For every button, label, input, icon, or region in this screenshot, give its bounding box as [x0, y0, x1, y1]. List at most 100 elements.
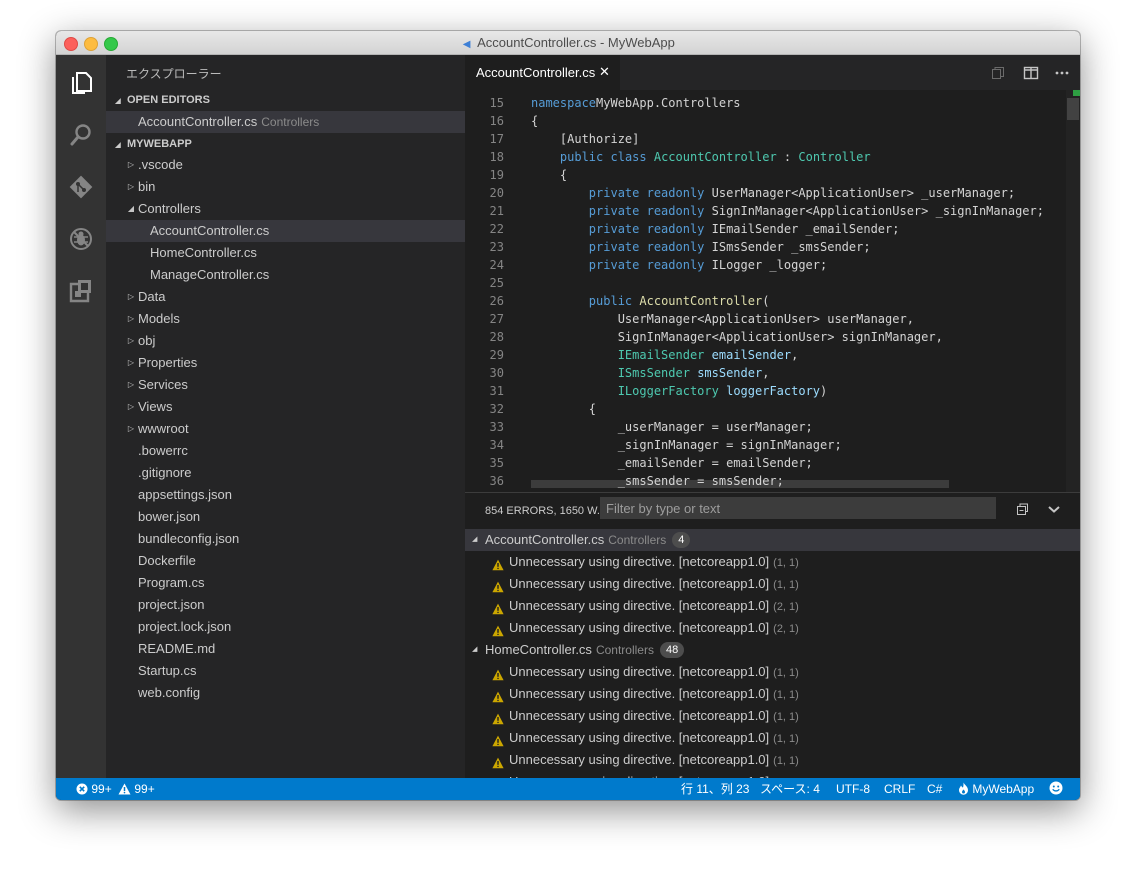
code-text: [Authorize]	[559, 132, 640, 146]
tree-file[interactable]: bower.json	[106, 506, 465, 528]
tab-accountcontroller[interactable]: AccountController.cs ✕	[465, 55, 620, 90]
code-text: {	[531, 114, 539, 128]
tree-file[interactable]: Startup.cs	[106, 660, 465, 682]
problems-filter-input[interactable]	[600, 497, 992, 519]
tree-item-label: HomeController.cs	[150, 245, 257, 260]
status-errors[interactable]: 99+	[76, 778, 112, 800]
problem-item[interactable]: Unnecessary using directive. [netcoreapp…	[465, 617, 1080, 639]
problem-text: Unnecessary using directive. [netcoreapp…	[509, 551, 799, 574]
status-bar: 99+ 99+ 行 11、列 23 スペース: 4 UTF-8 CRLF C# …	[56, 778, 1080, 800]
problem-item[interactable]: Unnecessary using directive. [netcoreapp…	[465, 661, 1080, 683]
status-eol[interactable]: CRLF	[884, 778, 915, 800]
sidebar-title: エクスプローラー	[126, 67, 222, 81]
line-number: 32	[489, 402, 504, 416]
problem-file-group[interactable]: ◢ AccountController.cs Controllers 4	[465, 529, 1080, 551]
smiley-icon[interactable]	[1049, 778, 1063, 800]
open-editor-item[interactable]: AccountController.cs Controllers	[106, 111, 465, 133]
code-text: private readonly ISmsSender _smsSender;	[588, 240, 871, 254]
tree-item-label: .gitignore	[138, 465, 192, 480]
status-language[interactable]: C#	[927, 778, 942, 800]
problem-text: Unnecessary using directive. [netcoreapp…	[509, 749, 799, 772]
tree-item-label: bower.json	[138, 509, 201, 524]
tree-folder[interactable]: ▷ bin	[106, 176, 465, 198]
status-indentation[interactable]: スペース: 4	[760, 778, 820, 800]
chevron-right-icon: ▷	[127, 160, 135, 169]
status-warnings[interactable]: 99+	[118, 778, 155, 800]
problem-item[interactable]: Unnecessary using directive. [netcoreapp…	[465, 573, 1080, 595]
status-encoding[interactable]: UTF-8	[836, 778, 870, 800]
project-header[interactable]: ◢ MYWEBAPP	[106, 133, 465, 155]
code-line: 19 {	[465, 166, 1080, 184]
tree-item-label: project.lock.json	[138, 619, 232, 634]
problem-item[interactable]: Unnecessary using directive. [netcoreapp…	[465, 749, 1080, 771]
problem-item[interactable]: Unnecessary using directive. [netcoreapp…	[465, 551, 1080, 573]
line-number: 31	[489, 384, 504, 398]
problem-message: Unnecessary using directive. [netcoreapp…	[509, 620, 770, 635]
code-text: IEmailSender emailSender,	[617, 348, 799, 362]
problem-item[interactable]: Unnecessary using directive. [netcoreapp…	[465, 683, 1080, 705]
line-number: 20	[489, 186, 504, 200]
tree-file[interactable]: ManageController.cs	[106, 264, 465, 286]
explorer-sidebar: エクスプローラー ◢ OPEN EDITORS AccountController…	[106, 55, 465, 778]
status-project[interactable]: MyWebApp	[958, 778, 1034, 800]
status-cursor-position[interactable]: 行 11、列 23	[681, 778, 749, 800]
problem-count-badge: 48	[659, 642, 685, 658]
tree-file[interactable]: web.config	[106, 682, 465, 704]
tree-folder[interactable]: ▷ wwwroot	[106, 418, 465, 440]
tree-folder[interactable]: ▷ Services	[106, 374, 465, 396]
tree-item-label: bundleconfig.json	[138, 531, 240, 546]
code-line: 16 {	[465, 112, 1080, 130]
problem-item[interactable]: Unnecessary using directive. [netcoreapp…	[465, 705, 1080, 727]
problem-count-badge: 4	[672, 532, 691, 548]
split-editor-icon[interactable]	[988, 63, 1008, 83]
problem-location: (1, 1)	[773, 667, 799, 679]
problem-text: Unnecessary using directive. [netcoreapp…	[509, 727, 799, 750]
chevron-down-icon[interactable]	[1044, 499, 1064, 519]
layout-icon[interactable]	[1021, 63, 1041, 83]
tree-folder[interactable]: ▷ Models	[106, 308, 465, 330]
tree-file[interactable]: README.md	[106, 638, 465, 660]
close-tab-icon[interactable]: ✕	[599, 64, 610, 80]
git-icon[interactable]	[65, 171, 97, 203]
tree-file[interactable]: appsettings.json	[106, 484, 465, 506]
chevron-right-icon: ▷	[127, 402, 135, 411]
code-editor[interactable]: 15 namespaceMyWebApp.Controllers 16 {17 [Au…	[465, 90, 1080, 492]
tree-file[interactable]: project.lock.json	[106, 616, 465, 638]
tree-file[interactable]: AccountController.cs	[106, 220, 465, 242]
code-text: namespaceMyWebApp.Controllers	[531, 96, 741, 110]
warning-icon	[492, 556, 504, 571]
tree-item-label: ManageController.cs	[150, 267, 270, 282]
extensions-icon[interactable]	[65, 275, 97, 307]
tree-file[interactable]: bundleconfig.json	[106, 528, 465, 550]
tree-item-label: Models	[138, 311, 180, 326]
tree-folder[interactable]: ▷ Views	[106, 396, 465, 418]
tree-item-label: Program.cs	[138, 575, 205, 590]
explorer-icon[interactable]	[65, 67, 97, 99]
more-icon[interactable]	[1052, 63, 1072, 83]
tree-file[interactable]: .bowerrc	[106, 440, 465, 462]
open-editors-header[interactable]: ◢ OPEN EDITORS	[106, 89, 465, 111]
line-number: 34	[489, 438, 504, 452]
tree-folder[interactable]: ▷ obj	[106, 330, 465, 352]
tree-file[interactable]: HomeController.cs	[106, 242, 465, 264]
tree-file[interactable]: .gitignore	[106, 462, 465, 484]
problem-item[interactable]: Unnecessary using directive. [netcoreapp…	[465, 595, 1080, 617]
tree-file[interactable]: Program.cs	[106, 572, 465, 594]
tree-folder[interactable]: ▷ .vscode	[106, 154, 465, 176]
tree-folder[interactable]: ▷ Properties	[106, 352, 465, 374]
search-icon[interactable]	[65, 119, 97, 151]
code-text: {	[588, 402, 597, 416]
tree-folder[interactable]: ◢ Controllers	[106, 198, 465, 220]
collapse-all-icon[interactable]	[1012, 499, 1032, 519]
app-window: ◀ AccountController.cs - MyWebApp エクスプローラ…	[56, 31, 1080, 800]
problem-item[interactable]: Unnecessary using directive. [netcoreapp…	[465, 727, 1080, 749]
line-number: 16	[489, 114, 504, 128]
editor-tab-bar: AccountController.cs ✕	[465, 55, 1080, 90]
debug-icon[interactable]	[65, 223, 97, 255]
tree-folder[interactable]: ▷ Data	[106, 286, 465, 308]
code-text: private readonly ILogger _logger;	[588, 258, 828, 272]
tree-file[interactable]: project.json	[106, 594, 465, 616]
chevron-down-icon: ◢	[127, 204, 135, 213]
problem-file-group[interactable]: ◢ HomeController.cs Controllers 48	[465, 639, 1080, 661]
tree-file[interactable]: Dockerfile	[106, 550, 465, 572]
